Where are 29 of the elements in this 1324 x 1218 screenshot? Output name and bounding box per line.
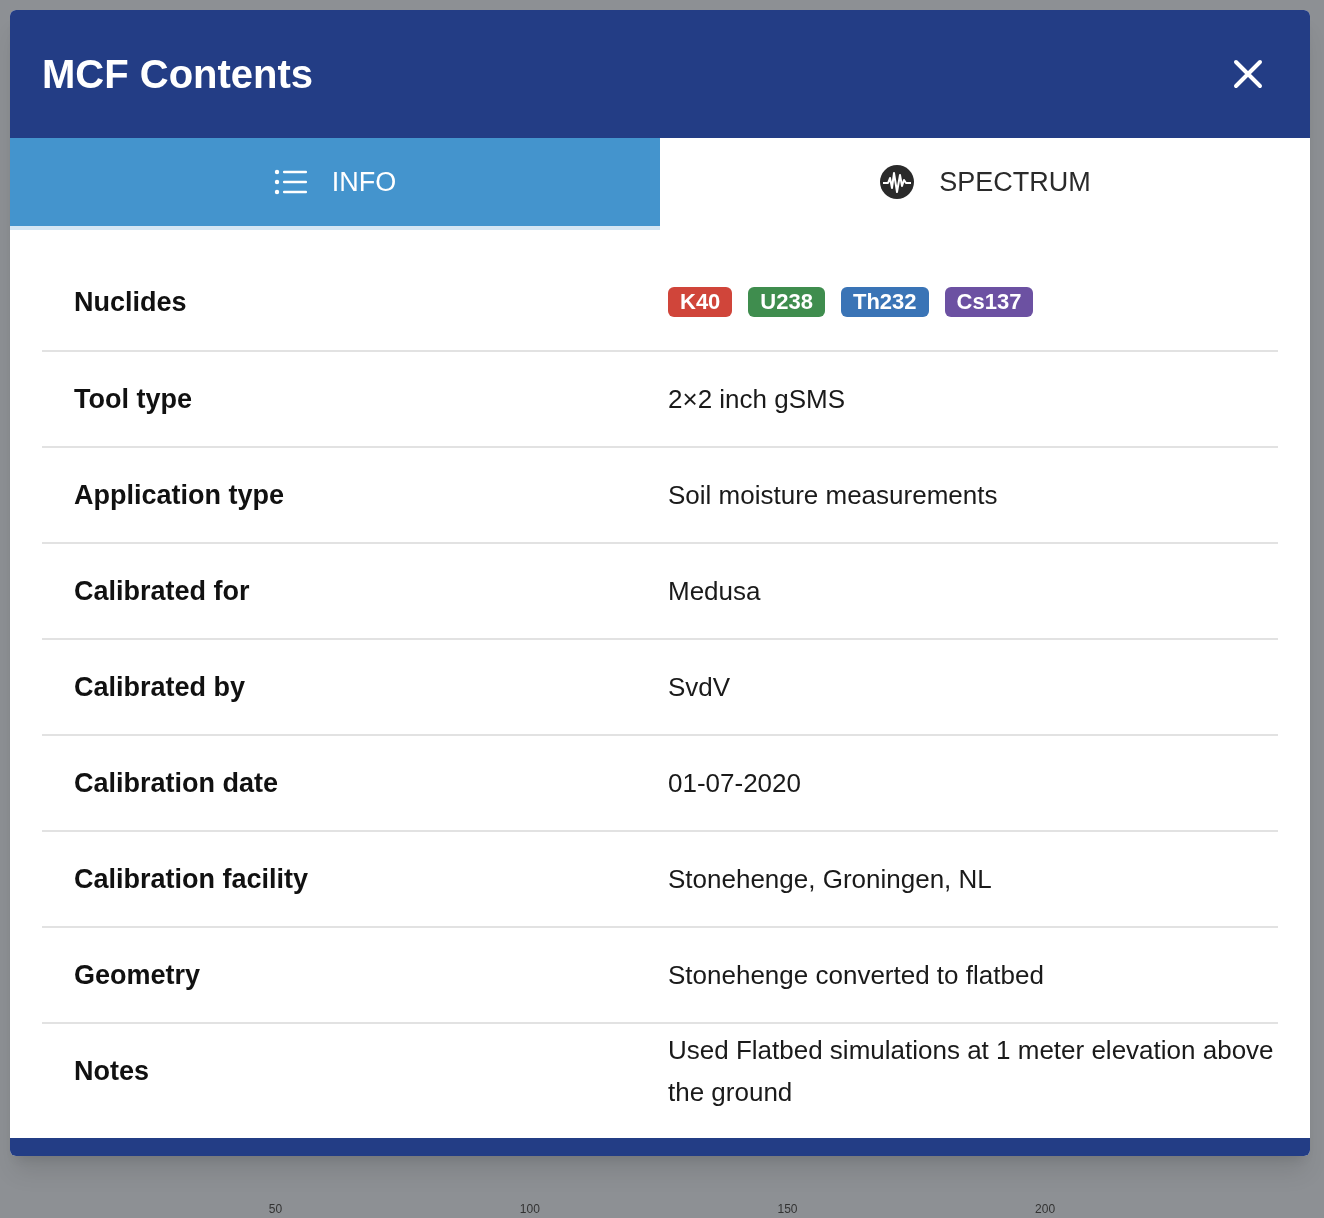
row-label: Calibration date [74, 767, 279, 798]
row-label: Calibrated for [74, 575, 250, 606]
row-value: 01-07-2020 [668, 768, 801, 798]
nuclide-tag: Cs137 [944, 287, 1034, 317]
axis-tick-label: 100 [519, 1201, 540, 1218]
row-value: Stonehenge converted to flatbed [668, 960, 1044, 990]
row-value: 2×2 inch gSMS [668, 384, 846, 414]
row-label: Calibrated by [74, 671, 246, 702]
axis-tick-label: 150 [777, 1201, 798, 1218]
row-label: Nuclides [74, 286, 187, 317]
row-label: Notes [74, 1055, 149, 1086]
row-label: Calibration facility [74, 863, 309, 894]
dialog-title: MCF Contents [42, 51, 314, 98]
nuclide-tag: Th232 [840, 287, 929, 317]
close-icon [1233, 59, 1263, 89]
row-label: Application type [74, 479, 284, 510]
nuclide-tag: K40 [668, 287, 733, 317]
waveform-icon [879, 164, 916, 200]
nuclide-tag: U238 [748, 287, 825, 317]
row-value: Medusa [668, 576, 761, 606]
row-label: Geometry [74, 959, 201, 990]
row-value: Stonehenge, Groningen, NL [668, 864, 992, 894]
row-value: SvdV [668, 672, 731, 702]
axis-tick-label: 200 [1035, 1201, 1056, 1218]
row-value: Soil moisture measurements [668, 480, 998, 510]
axis-tick-label: 50 [268, 1201, 283, 1218]
row-value: Used Flatbed simulations at 1 meter elevation above the ground [668, 1035, 1274, 1107]
list-icon [273, 169, 308, 195]
row-label: Tool type [74, 383, 192, 414]
